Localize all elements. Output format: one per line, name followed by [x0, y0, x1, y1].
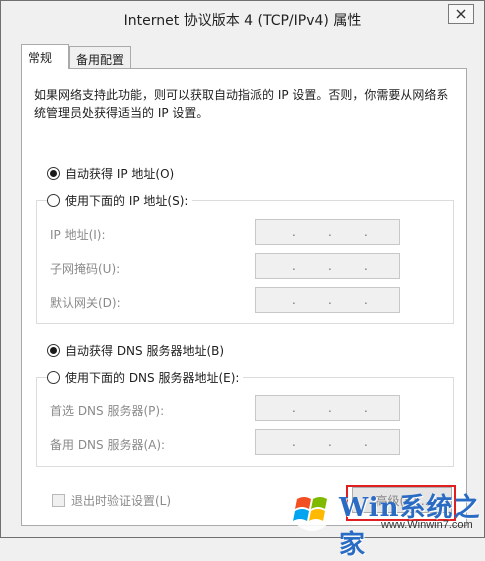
default-gateway-field: ...: [255, 287, 400, 313]
manual-ip-radio-row[interactable]: 使用下面的 IP 地址(S):: [47, 192, 193, 208]
manual-dns-label: 使用下面的 DNS 服务器地址(E):: [65, 370, 240, 385]
ip-address-field: ...: [255, 219, 400, 245]
ip-address-label: IP 地址(I):: [50, 228, 106, 242]
auto-dns-label: 自动获得 DNS 服务器地址(B): [65, 343, 225, 358]
tab-alternate-config[interactable]: 备用配置: [69, 46, 131, 68]
description-text: 如果网络支持此功能，则可以获取自动指派的 IP 设置。否则，你需要从网络系统管理…: [34, 88, 449, 120]
auto-ip-label: 自动获得 IP 地址(O): [65, 166, 175, 181]
tab-general[interactable]: 常规: [21, 44, 69, 69]
validate-on-exit-row: 退出时验证设置(L): [52, 492, 171, 509]
auto-ip-radio[interactable]: [47, 166, 60, 180]
subnet-mask-label: 子网掩码(U):: [50, 262, 121, 276]
manual-dns-radio-row[interactable]: 使用下面的 DNS 服务器地址(E):: [47, 369, 244, 385]
manual-ip-radio[interactable]: [47, 193, 60, 207]
preferred-dns-label: 首选 DNS 服务器(P):: [50, 404, 165, 418]
preferred-dns-field: ...: [255, 395, 400, 421]
close-icon: [456, 9, 466, 19]
alternate-dns-label: 备用 DNS 服务器(A):: [50, 438, 166, 452]
general-panel: 如果网络支持此功能，则可以获取自动指派的 IP 设置。否则，你需要从网络系统管理…: [21, 68, 467, 526]
validate-on-exit-checkbox: [52, 494, 65, 507]
manual-dns-radio[interactable]: [47, 370, 60, 384]
auto-ip-radio-row[interactable]: 自动获得 IP 地址(O): [47, 165, 179, 181]
alternate-dns-field: ...: [255, 429, 400, 455]
manual-ip-label: 使用下面的 IP 地址(S):: [65, 193, 189, 208]
dialog-window: Internet 协议版本 4 (TCP/IPv4) 属性 常规 备用配置 如果…: [0, 0, 485, 560]
auto-dns-radio-row[interactable]: 自动获得 DNS 服务器地址(B): [47, 342, 229, 358]
validate-on-exit-label: 退出时验证设置(L): [71, 494, 172, 508]
auto-dns-radio[interactable]: [47, 343, 60, 357]
window-title: Internet 协议版本 4 (TCP/IPv4) 属性: [123, 13, 362, 29]
close-button[interactable]: [448, 4, 474, 24]
default-gateway-label: 默认网关(D):: [50, 296, 121, 310]
title-bar: Internet 协议版本 4 (TCP/IPv4) 属性: [1, 1, 484, 37]
red-highlight-box: [346, 485, 456, 521]
subnet-mask-field: ...: [255, 253, 400, 279]
